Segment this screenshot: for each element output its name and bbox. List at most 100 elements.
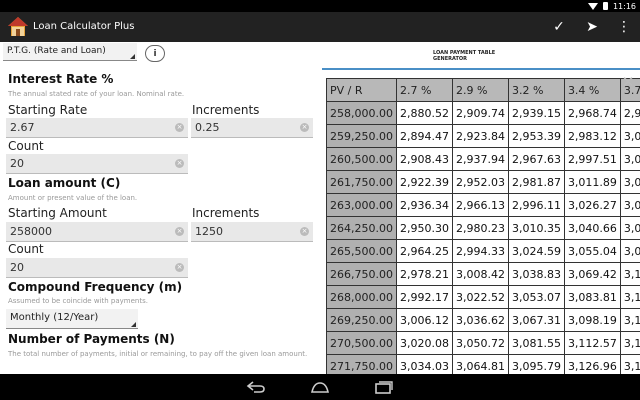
payment-cell: 2,894.47 <box>395 124 453 148</box>
clear-icon[interactable]: × <box>175 263 184 272</box>
column-header: PV / R <box>326 78 397 102</box>
payment-cell: 3,020.08 <box>395 331 453 355</box>
payment-cell: 2,996.11 <box>507 193 565 217</box>
compound-frequency-select[interactable]: Monthly (12/Year) <box>6 309 138 329</box>
payment-cell: 2,997.51 <box>563 147 621 171</box>
form-panel: P.T.G. (Rate and Loan) i Interest Rate %… <box>0 42 318 374</box>
recents-icon[interactable] <box>373 379 395 395</box>
payment-cell: 3,006.12 <box>395 308 453 332</box>
starting-amount-label: Starting Amount <box>8 206 107 220</box>
rate-count-value: 20 <box>10 157 24 170</box>
table-row: 268,000.00 2,992.17 3,022.52 3,053.07 3,083.… <box>326 285 640 309</box>
header-divider <box>322 68 640 70</box>
table-row: 271,750.00 3,034.03 3,064.81 3,095.79 3,126.… <box>326 354 640 374</box>
column-header: 3.2 % <box>507 78 565 102</box>
table-row: 261,750.00 2,922.39 2,952.03 2,981.87 3,011.… <box>326 170 640 194</box>
pv-cell: 268,000.00 <box>326 285 397 309</box>
action-bar: Loan Calculator Plus ✓ ➤ ⋮ <box>0 12 640 42</box>
clear-icon[interactable]: × <box>175 123 184 132</box>
pv-cell: 264,250.00 <box>326 216 397 240</box>
payment-cell: 3,056.6 <box>619 193 640 217</box>
pv-cell: 263,000.00 <box>326 193 397 217</box>
payment-cell: 3,071.1 <box>619 216 640 240</box>
rate-count-label: Count <box>8 139 44 153</box>
close-icon[interactable]: ✕ <box>620 74 636 90</box>
pv-cell: 260,500.00 <box>326 147 397 171</box>
rate-count-input[interactable]: 20 × <box>6 154 188 174</box>
loan-amount-desc: Amount or present value of the loan. <box>8 194 138 202</box>
app-title: Loan Calculator Plus <box>33 21 135 32</box>
starting-rate-input[interactable]: 2.67 × <box>6 118 188 138</box>
payment-cell: 2,908.43 <box>395 147 453 171</box>
wifi-icon <box>587 2 598 10</box>
payment-cell: 3,129.2 <box>619 308 640 332</box>
payment-cell: 3,083.81 <box>563 285 621 309</box>
payment-cell: 3,038.83 <box>507 262 565 286</box>
pv-cell: 266,750.00 <box>326 262 397 286</box>
clear-icon[interactable]: × <box>175 159 184 168</box>
payment-cell: 3,114.7 <box>619 285 640 309</box>
info-icon: i <box>153 48 157 59</box>
app-logo-icon[interactable] <box>7 15 29 39</box>
payment-cell: 3,024.59 <box>507 239 565 263</box>
home-icon[interactable] <box>309 379 331 395</box>
status-time: 11:16 <box>612 1 636 11</box>
payment-cell: 2,967.63 <box>507 147 565 171</box>
payment-cell: 3,100.2 <box>619 262 640 286</box>
info-button[interactable]: i <box>145 45 165 62</box>
number-of-payments-desc: The total number of payments, initial or… <box>8 350 308 358</box>
rate-increments-value: 0.25 <box>195 121 220 134</box>
table-row: 263,000.00 2,936.34 2,966.13 2,996.11 3,026.… <box>326 193 640 217</box>
payment-cell: 3,085.6 <box>619 239 640 263</box>
dropdown-arrow-icon <box>131 317 136 327</box>
payment-cell: 3,008.42 <box>451 262 509 286</box>
overflow-menu-icon[interactable]: ⋮ <box>614 17 634 37</box>
table-header-title: LOAN PAYMENT TABLE GENERATOR <box>433 50 495 62</box>
payment-cell: 3,026.27 <box>563 193 621 217</box>
payment-cell: 2,981.87 <box>507 170 565 194</box>
check-icon[interactable]: ✓ <box>549 17 569 37</box>
payment-cell: 3,053.07 <box>507 285 565 309</box>
compound-frequency-desc: Assumed to be coincide with payments. <box>8 297 148 305</box>
payment-cell: 3,036.62 <box>451 308 509 332</box>
payment-cell: 2,922.39 <box>395 170 453 194</box>
table-row: 269,250.00 3,006.12 3,036.62 3,067.31 3,098.… <box>326 308 640 332</box>
payment-cell: 3,112.57 <box>563 331 621 355</box>
starting-rate-label: Starting Rate <box>8 103 88 117</box>
starting-amount-input[interactable]: 258000 × <box>6 222 188 242</box>
amount-increments-value: 1250 <box>195 225 223 238</box>
pv-cell: 265,500.00 <box>326 239 397 263</box>
dropdown-arrow-icon <box>130 49 135 59</box>
payment-cell: 2,966.13 <box>451 193 509 217</box>
rate-increments-input[interactable]: 0.25 × <box>191 118 313 138</box>
back-icon[interactable] <box>245 379 267 395</box>
amount-count-label: Count <box>8 242 44 256</box>
payment-cell: 2,983.12 <box>563 124 621 148</box>
status-bar: 11:16 <box>0 0 640 12</box>
amount-count-input[interactable]: 20 × <box>6 258 188 278</box>
amount-increments-input[interactable]: 1250 × <box>191 222 313 242</box>
battery-icon <box>602 2 608 10</box>
pv-cell: 258,000.00 <box>326 101 397 125</box>
payment-cell: 3,042.1 <box>619 170 640 194</box>
payment-cell: 3,050.72 <box>451 331 509 355</box>
payment-cell: 3,126.96 <box>563 354 621 374</box>
payment-cell: 3,027.5 <box>619 147 640 171</box>
rate-increments-label: Increments <box>192 103 260 117</box>
payment-cell: 3,010.35 <box>507 216 565 240</box>
pv-cell: 269,250.00 <box>326 308 397 332</box>
mode-select[interactable]: P.T.G. (Rate and Loan) <box>3 43 137 61</box>
payment-cell: 2,939.15 <box>507 101 565 125</box>
table-panel: LOAN PAYMENT TABLE GENERATOR PV / R 2.7 … <box>322 42 640 374</box>
clear-icon[interactable]: × <box>300 123 309 132</box>
payment-cell: 3,055.04 <box>563 239 621 263</box>
clear-icon[interactable]: × <box>175 227 184 236</box>
payment-cell: 3,143.7 <box>619 331 640 355</box>
clear-icon[interactable]: × <box>300 227 309 236</box>
column-header: 2.9 % <box>451 78 509 102</box>
payment-cell: 2,953.39 <box>507 124 565 148</box>
payment-cell: 2,950.30 <box>395 216 453 240</box>
pv-cell: 261,750.00 <box>326 170 397 194</box>
send-icon[interactable]: ➤ <box>582 17 602 37</box>
table-row: 259,250.00 2,894.47 2,923.84 2,953.39 2,983.… <box>326 124 640 148</box>
